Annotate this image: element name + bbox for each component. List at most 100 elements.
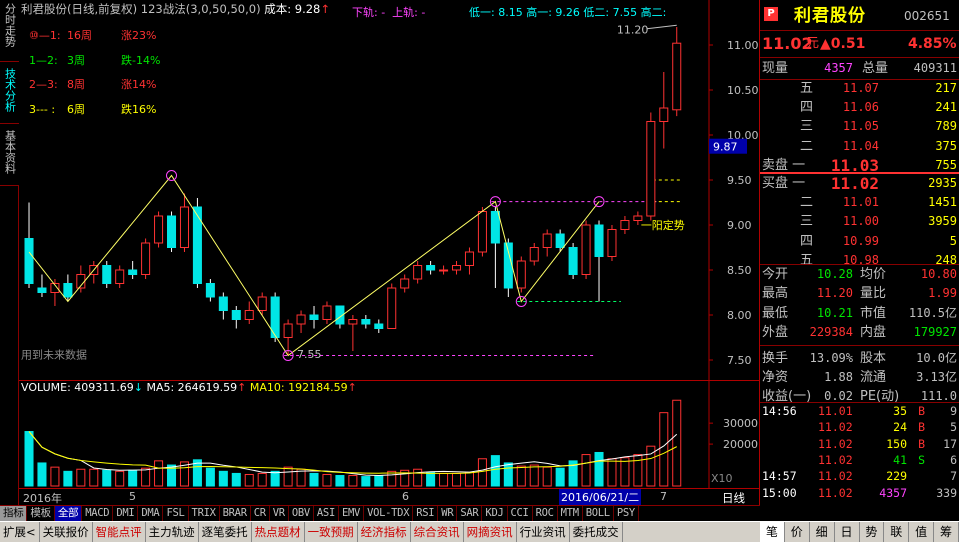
stat-label: 净资 bbox=[762, 370, 789, 385]
function-tab[interactable]: 热点题材 bbox=[252, 522, 305, 542]
volume-bar bbox=[115, 470, 125, 487]
period-selector[interactable]: 日线 bbox=[722, 490, 745, 506]
candle-body bbox=[141, 242, 151, 275]
indicator-tab[interactable]: ASI bbox=[314, 506, 339, 521]
indicator-tab[interactable]: CR bbox=[251, 506, 270, 521]
stat-label: 均价 bbox=[860, 267, 887, 282]
tick-count: 5 bbox=[950, 420, 957, 435]
volume-bar bbox=[335, 475, 345, 487]
indicator-tab[interactable]: VOL-TDX bbox=[364, 506, 414, 521]
function-tab[interactable]: 委托成交 bbox=[570, 522, 623, 542]
bid-row: 三 11.00 3959 bbox=[760, 212, 959, 231]
quote-tab[interactable]: 值 bbox=[909, 522, 935, 542]
tick-price: 11.02 bbox=[818, 485, 853, 500]
divider bbox=[760, 57, 959, 58]
level-volume: 789 bbox=[935, 119, 957, 134]
indicator-tab[interactable]: DMA bbox=[138, 506, 164, 521]
indicator-tab[interactable]: MACD bbox=[82, 506, 114, 521]
level-price: 11.04 bbox=[842, 138, 879, 153]
function-tab[interactable]: 智能点评 bbox=[93, 522, 146, 542]
volume-bar bbox=[477, 458, 487, 487]
volume-bar bbox=[413, 468, 423, 487]
volume-chart[interactable]: 30000 20000 X10 bbox=[19, 378, 760, 488]
volume-ma5-line bbox=[28, 431, 678, 477]
bid-row: 买盘 一 11.02 2935 bbox=[760, 174, 959, 193]
indicator-tab[interactable]: VR bbox=[270, 506, 289, 521]
function-tab[interactable]: 主力轨迹 bbox=[146, 522, 199, 542]
candle-body bbox=[620, 220, 630, 230]
stat-label: 流通 bbox=[860, 370, 887, 385]
indicator-tab[interactable]: SAR bbox=[457, 506, 483, 521]
candle-body bbox=[387, 287, 397, 329]
indicator-tab[interactable]: PSY bbox=[614, 506, 639, 521]
indicator-tab[interactable]: 模板 bbox=[27, 506, 55, 521]
indicator-tab[interactable]: TRIX bbox=[189, 506, 220, 521]
chart-area[interactable]: 利君股份(日线,前复权) 123战法(3,0,50,50,0) 成本: 9.28… bbox=[19, 0, 760, 507]
stat-row: 最低 10.21 市值 110.5亿 bbox=[760, 304, 959, 323]
quote-tab[interactable]: 联 bbox=[884, 522, 910, 542]
indicator-tab[interactable]: RSI bbox=[413, 506, 439, 521]
candle-body bbox=[309, 314, 319, 320]
function-tab[interactable]: 扩展< bbox=[0, 522, 40, 542]
volume-bar bbox=[620, 457, 630, 487]
tick-side: B bbox=[918, 404, 925, 418]
time-label-jul: 7 bbox=[660, 490, 667, 503]
volume-bar bbox=[37, 462, 47, 487]
tab-fundamentals[interactable]: 基本资料 bbox=[0, 124, 19, 186]
indicator-tab[interactable]: CCI bbox=[508, 506, 533, 521]
candle-body bbox=[490, 211, 500, 244]
stat-label: 外盘 bbox=[762, 325, 789, 341]
volume-bar bbox=[607, 458, 617, 487]
tick-count: 17 bbox=[943, 436, 957, 451]
price-tick-label: 11.00 bbox=[727, 39, 759, 52]
function-tab[interactable]: 综合资讯 bbox=[411, 522, 464, 542]
quote-title-row: P 利君股份 002651 bbox=[760, 4, 959, 28]
indicator-tab[interactable]: BOLL bbox=[583, 506, 614, 521]
indicator-tab[interactable]: WR bbox=[438, 506, 458, 521]
tick-price: 11.02 bbox=[818, 420, 853, 435]
tab-technical-label: 技术分析 bbox=[3, 68, 17, 112]
volume-row: 现量 4357 总量 409311 bbox=[760, 59, 959, 78]
indicator-tab[interactable]: EMV bbox=[339, 506, 365, 521]
quote-tab[interactable]: 细 bbox=[810, 522, 835, 542]
tick-price: 11.01 bbox=[818, 404, 853, 418]
quote-tab[interactable]: 价 bbox=[785, 522, 810, 542]
indicator-tab[interactable]: 指标 bbox=[0, 506, 28, 521]
function-tab[interactable]: 逐笔委托 bbox=[199, 522, 252, 542]
quote-tab[interactable]: 日 bbox=[835, 522, 860, 542]
tab-intraday[interactable]: 分时走势 bbox=[0, 0, 19, 62]
volume-bar bbox=[231, 472, 241, 487]
volume-bar bbox=[452, 472, 462, 487]
level-volume: 3959 bbox=[928, 214, 957, 229]
quote-tab[interactable]: 笔 bbox=[760, 522, 785, 542]
indicator-tab[interactable]: BRAR bbox=[220, 506, 251, 521]
level-price: 11.05 bbox=[842, 119, 879, 134]
indicator-tab[interactable]: 全部 bbox=[54, 506, 83, 521]
stat-label: 量比 bbox=[860, 286, 887, 302]
quote-tab[interactable]: 势 bbox=[860, 522, 885, 542]
level-label: 四 bbox=[800, 233, 814, 249]
candle-body bbox=[115, 269, 125, 284]
function-tab[interactable]: 关联报价 bbox=[40, 522, 93, 542]
ask-row: 四 11.06 241 bbox=[760, 98, 959, 117]
candle-body bbox=[529, 247, 539, 262]
indicator-tab[interactable]: FSL bbox=[163, 506, 189, 521]
function-tab[interactable]: 一致预期 bbox=[305, 522, 358, 542]
indicator-tab[interactable]: DMI bbox=[113, 506, 139, 521]
tick-side: S bbox=[918, 452, 925, 467]
function-tab[interactable]: 网摘资讯 bbox=[464, 522, 517, 542]
stat-row: 外盘 229384 内盘 179927 bbox=[760, 323, 959, 342]
indicator-tab[interactable]: KDJ bbox=[482, 506, 508, 521]
indicator-tab[interactable]: ROC bbox=[533, 506, 558, 521]
candle-body bbox=[581, 224, 591, 275]
function-tab[interactable]: 行业资讯 bbox=[517, 522, 570, 542]
function-tab[interactable]: 经济指标 bbox=[358, 522, 411, 542]
tab-technical[interactable]: 技术分析 bbox=[0, 62, 19, 124]
quote-tab[interactable]: 筹 bbox=[934, 522, 959, 542]
indicator-tab[interactable]: MTM bbox=[558, 506, 583, 521]
candle-body bbox=[426, 265, 436, 271]
volume-bar bbox=[76, 468, 86, 487]
volume-bar bbox=[154, 460, 164, 487]
kline-chart[interactable]: 11.0010.5010.009.509.008.508.007.509.871… bbox=[19, 0, 760, 378]
indicator-tab[interactable]: OBV bbox=[289, 506, 314, 521]
